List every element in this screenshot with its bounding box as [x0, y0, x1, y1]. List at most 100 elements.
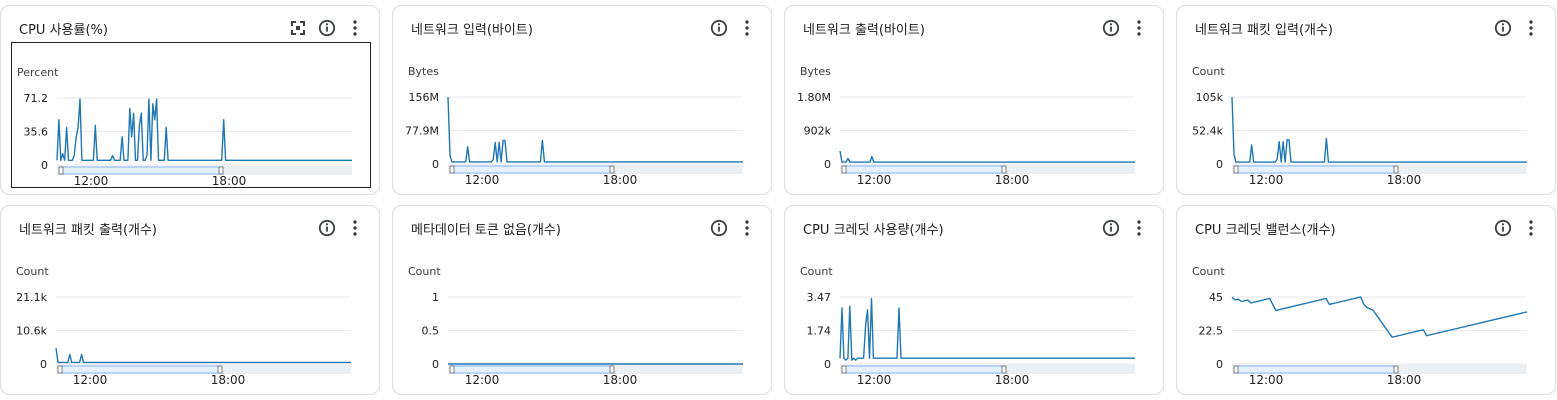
range-selector-handle[interactable] [841, 365, 847, 374]
y-tick-label: 105k [1196, 91, 1224, 104]
more-options-icon[interactable] [737, 18, 757, 38]
chart-area[interactable]: Percent 71.2 35.6 0 12:00 18:00 [11, 42, 371, 188]
chart-area[interactable]: Count 3.47 1.74 0 12:00 18:00 [795, 242, 1155, 388]
x-tick-label: 12:00 [465, 173, 500, 187]
metric-card: CPU 크레딧 사용량(개수) Count 3.47 1.74 0 12:00 18:00 [784, 205, 1164, 395]
range-selector-handle[interactable] [218, 166, 224, 175]
range-selector-handle[interactable] [609, 365, 615, 374]
range-selector-handle[interactable] [449, 165, 455, 174]
metric-card: CPU 크레딧 밸런스(개수) Count 45 22.5 0 12:00 18:00 [1176, 205, 1556, 395]
chart-area[interactable]: Count 1 0.5 0 12:00 18:00 [403, 242, 763, 388]
y-tick-label: 0 [432, 158, 439, 171]
metric-card: 네트워크 패킷 입력(개수) Count 105k 52.4k 0 12:00 18:00 [1176, 5, 1556, 195]
y-tick-label: 3.47 [807, 291, 832, 304]
range-selector-handle[interactable] [449, 365, 455, 374]
card-title: CPU 크레딧 밸런스(개수) [1195, 223, 1336, 238]
line-chart: Count 21.1k 10.6k 0 12:00 18:00 [16, 265, 351, 387]
range-selector-handle[interactable] [1393, 365, 1399, 374]
line-chart: Count 45 22.5 0 12:00 18:00 [1192, 265, 1528, 387]
y-tick-label: 0 [40, 358, 47, 371]
series-line [839, 150, 1135, 163]
card-title: CPU 크레딧 사용량(개수) [803, 223, 944, 238]
y-tick-label: 902k [804, 125, 832, 138]
more-options-icon[interactable] [1521, 218, 1541, 238]
x-tick-label: 18:00 [1387, 373, 1422, 387]
y-tick-label: 0 [1216, 158, 1223, 171]
info-icon[interactable] [709, 18, 729, 38]
card-title: 네트워크 출력(바이트) [803, 23, 925, 38]
chart-area[interactable]: Count 21.1k 10.6k 0 12:00 18:00 [11, 242, 371, 388]
line-chart: Count 3.47 1.74 0 12:00 18:00 [800, 265, 1135, 387]
range-selector-handle[interactable] [1001, 365, 1007, 374]
card-title: 네트워크 패킷 입력(개수) [1195, 23, 1334, 38]
info-icon[interactable] [1101, 218, 1121, 238]
range-selector-window[interactable] [60, 166, 222, 175]
more-options-icon[interactable] [737, 218, 757, 238]
info-icon[interactable] [1101, 18, 1121, 38]
metric-card: CPU 사용률(%) Percent 71.2 35.6 0 12:00 18:00 [0, 5, 380, 195]
chart-area[interactable]: Count 105k 52.4k 0 12:00 18:00 [1187, 42, 1547, 188]
line-chart: Count 105k 52.4k 0 12:00 18:00 [1192, 65, 1527, 187]
y-tick-label: 1.74 [807, 325, 832, 338]
info-icon[interactable] [1493, 18, 1513, 38]
x-tick-label: 12:00 [1249, 173, 1284, 187]
line-chart: Bytes 156M 77.9M 0 12:00 18:00 [405, 65, 743, 187]
more-options-icon[interactable] [1521, 18, 1541, 38]
card-title: 메타데이터 토큰 없음(개수) [411, 223, 561, 238]
range-selector-handle[interactable] [841, 165, 847, 174]
range-selector-window[interactable] [59, 365, 221, 374]
y-tick-label: 77.9M [405, 125, 439, 138]
y-tick-label: 0 [41, 159, 48, 172]
range-selector-window[interactable] [451, 165, 613, 174]
info-icon[interactable] [317, 18, 337, 38]
range-selector-window[interactable] [451, 365, 613, 374]
x-tick-label: 18:00 [995, 373, 1030, 387]
metric-card: 네트워크 입력(바이트) Bytes 156M 77.9M 0 12:00 18:00 [392, 5, 772, 195]
metric-card: 네트워크 패킷 출력(개수) Count 21.1k 10.6k 0 12:00 18:00 [0, 205, 380, 395]
range-selector-handle[interactable] [1233, 365, 1239, 374]
more-options-icon[interactable] [345, 18, 365, 38]
y-tick-label: 0 [824, 158, 831, 171]
y-axis-label: Count [408, 265, 441, 278]
range-selector-handle[interactable] [57, 365, 63, 374]
chart-area[interactable]: Bytes 156M 77.9M 0 12:00 18:00 [403, 42, 763, 188]
more-options-icon[interactable] [345, 218, 365, 238]
range-selector-handle[interactable] [1001, 165, 1007, 174]
range-selector-handle[interactable] [1233, 165, 1239, 174]
y-tick-label: 1.80M [797, 91, 831, 104]
metric-card: 네트워크 출력(바이트) Bytes 1.80M 902k 0 12:00 18:00 [784, 5, 1164, 195]
range-selector-handle[interactable] [1393, 165, 1399, 174]
range-selector-window[interactable] [1235, 365, 1397, 374]
y-tick-label: 1 [432, 291, 439, 304]
x-tick-label: 12:00 [857, 373, 892, 387]
info-icon[interactable] [709, 218, 729, 238]
x-tick-label: 12:00 [1249, 373, 1284, 387]
chart-area[interactable]: Bytes 1.80M 902k 0 12:00 18:00 [795, 42, 1155, 188]
line-chart: Count 1 0.5 0 12:00 18:00 [408, 265, 743, 387]
range-selector-handle[interactable] [217, 365, 223, 374]
y-tick-label: 0 [824, 358, 831, 371]
more-options-icon[interactable] [1129, 18, 1149, 38]
y-axis-label: Bytes [800, 65, 831, 78]
series-line [839, 297, 1135, 361]
info-icon[interactable] [1493, 218, 1513, 238]
y-tick-label: 0.5 [422, 325, 440, 338]
y-tick-label: 71.2 [24, 92, 49, 105]
range-selector-handle[interactable] [58, 166, 64, 175]
chart-area[interactable]: Count 45 22.5 0 12:00 18:00 [1187, 242, 1547, 388]
x-tick-label: 18:00 [995, 173, 1030, 187]
range-selector-window[interactable] [843, 165, 1005, 174]
x-tick-label: 12:00 [74, 174, 109, 188]
range-selector-window[interactable] [1235, 165, 1397, 174]
series-line [447, 96, 743, 163]
fullscreen-icon[interactable] [288, 18, 308, 38]
info-icon[interactable] [317, 218, 337, 238]
more-options-icon[interactable] [1129, 218, 1149, 238]
x-tick-label: 12:00 [857, 173, 892, 187]
range-selector-window[interactable] [843, 365, 1005, 374]
x-tick-label: 12:00 [465, 373, 500, 387]
series-line [1231, 96, 1527, 163]
x-tick-label: 18:00 [1387, 173, 1422, 187]
y-tick-label: 0 [1216, 358, 1223, 371]
range-selector-handle[interactable] [609, 165, 615, 174]
